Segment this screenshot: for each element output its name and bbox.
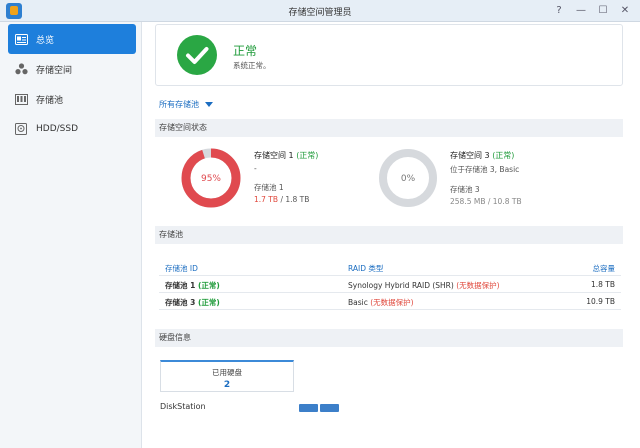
volume-3-pool: 存储池 3 — [450, 185, 480, 194]
sidebar: 总览 存储空间 存储池 HDD/SSD — [0, 22, 142, 448]
storage-volumes-icon — [14, 62, 28, 76]
pool-capacity: 1.8 TB — [590, 280, 615, 289]
table-header-row: 存储池 ID RAID 类型 总容量 — [159, 259, 621, 276]
no-protection-warning: (无数据保护) — [456, 281, 500, 290]
volume-1-total: / 1.8 TB — [280, 195, 310, 204]
help-icon[interactable]: ? — [552, 3, 566, 17]
pool-status: (正常) — [197, 281, 220, 290]
main-panel: 正常 系统正常。 所有存储池 存储空间状态 95% 存储空间 1 (正常) - … — [142, 22, 640, 448]
pool-id: 存储池 3 — [165, 298, 196, 307]
volume-3-total: / 10.8 TB — [487, 197, 522, 206]
storage-pool-table: 存储池 ID RAID 类型 总容量 存储池 1 (正常) Synology H… — [159, 259, 621, 310]
system-status-description: 系统正常。 — [233, 61, 271, 70]
column-header-capacity[interactable]: 总容量 — [593, 263, 616, 274]
disk-slot-2[interactable] — [320, 404, 339, 412]
storage-pool-header: 存储池 — [155, 226, 623, 244]
volume-3-location: 位于存储池 3, Basic — [450, 165, 520, 174]
volume-1-usage-gauge: 95% — [181, 148, 241, 208]
hdd-icon — [14, 122, 28, 136]
title-bar: 存储空间管理员 ? — ☐ ✕ — [0, 0, 640, 22]
used-disks-card[interactable]: 已用硬盘 2 — [160, 360, 294, 392]
sidebar-item-label: HDD/SSD — [36, 124, 79, 134]
storage-pool-icon — [14, 92, 28, 106]
diskstation-label: DiskStation — [160, 402, 206, 411]
raid-type: Basic — [348, 298, 368, 307]
table-row[interactable]: 存储池 1 (正常) Synology Hybrid RAID (SHR) (无… — [159, 276, 621, 293]
sidebar-item-storage-pool[interactable]: 存储池 — [8, 84, 136, 114]
pool-filter-label: 所有存储池 — [159, 100, 199, 109]
sidebar-item-hdd-ssd[interactable]: HDD/SSD — [8, 114, 136, 144]
pool-status: (正常) — [197, 298, 220, 307]
volume-status-header: 存储空间状态 — [155, 119, 623, 137]
sidebar-item-label: 总览 — [36, 35, 55, 46]
disk-slot-1[interactable] — [299, 404, 318, 412]
close-icon[interactable]: ✕ — [618, 3, 632, 17]
volume-3-usage-gauge: 0% — [379, 149, 437, 207]
minimize-icon[interactable]: — — [574, 3, 588, 17]
system-status-title: 正常 — [233, 44, 258, 58]
disk-info-header: 硬盘信息 — [155, 329, 623, 347]
column-header-raid-type[interactable]: RAID 类型 — [348, 263, 383, 274]
volume-3-status: (正常) — [492, 151, 515, 160]
system-summary-card: 正常 系统正常。 — [155, 24, 623, 86]
volume-3-used: 258.5 MB — [450, 197, 486, 206]
pool-id: 存储池 1 — [165, 281, 196, 290]
sidebar-item-label: 存储池 — [36, 95, 64, 106]
window-title: 存储空间管理员 — [288, 8, 352, 18]
healthy-check-icon — [177, 35, 217, 75]
volume-1-percent: 95% — [201, 174, 221, 184]
volume-1-pool: 存储池 1 — [254, 183, 284, 192]
volume-1-location: - — [254, 164, 257, 173]
used-disks-label: 已用硬盘 — [212, 368, 242, 377]
volume-1-name: 存储空间 1 — [254, 151, 294, 160]
volume-1-used: 1.7 TB — [254, 195, 279, 204]
pool-filter-dropdown[interactable]: 所有存储池 — [159, 99, 213, 110]
no-protection-warning: (无数据保护) — [370, 298, 414, 307]
volume-3-percent: 0% — [401, 174, 416, 184]
table-row[interactable]: 存储池 3 (正常) Basic (无数据保护) 10.9 TB — [159, 293, 621, 310]
volume-3-name: 存储空间 3 — [450, 151, 490, 160]
volume-1-status: (正常) — [296, 151, 319, 160]
volume-3-info: 存储空间 3 (正常) 位于存储池 3, Basic 存储池 3 258.5 M… — [450, 150, 522, 206]
pool-capacity: 10.9 TB — [586, 297, 615, 306]
window-controls: ? — ☐ ✕ — [552, 3, 632, 17]
sidebar-item-volumes[interactable]: 存储空间 — [8, 54, 136, 84]
overview-icon — [14, 32, 28, 46]
column-header-pool-id[interactable]: 存储池 ID — [165, 263, 198, 274]
maximize-icon[interactable]: ☐ — [596, 3, 610, 17]
sidebar-item-overview[interactable]: 总览 — [8, 24, 136, 54]
raid-type: Synology Hybrid RAID (SHR) — [348, 281, 454, 290]
sidebar-item-label: 存储空间 — [36, 65, 73, 76]
volume-1-info: 存储空间 1 (正常) - 存储池 1 1.7 TB / 1.8 TB — [254, 150, 318, 204]
used-disks-count: 2 — [223, 380, 231, 390]
chevron-down-icon — [205, 102, 213, 107]
